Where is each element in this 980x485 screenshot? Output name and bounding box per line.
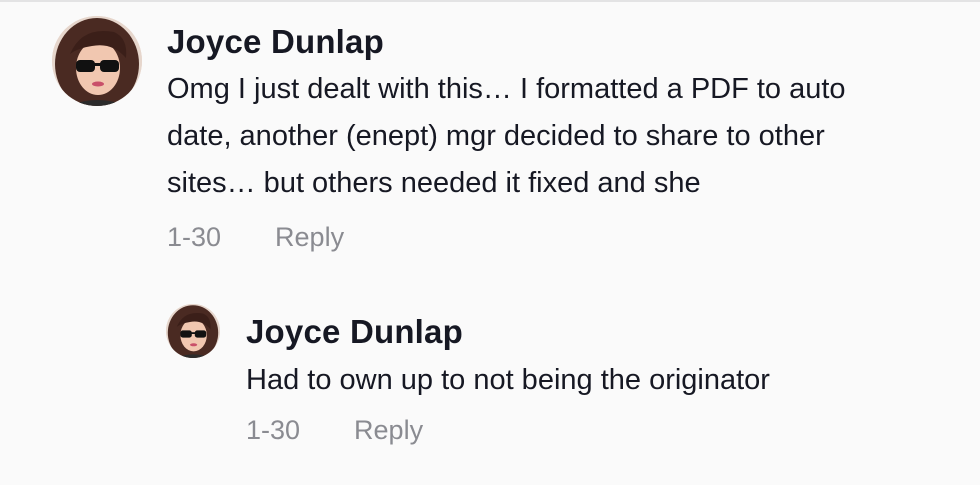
comment-date: 1-30 (167, 222, 222, 252)
reply-button[interactable]: Reply (275, 222, 344, 253)
top-divider (0, 0, 980, 2)
comment-text-line: date, another (enept) mgr decided to sha… (167, 120, 825, 152)
user-avatar[interactable] (166, 304, 220, 358)
comment-text: Omg I just dealt with this… I formatted … (167, 66, 967, 207)
comment-date: 1-30 (246, 415, 301, 445)
comments-panel: { "comments": [ { "username": "Joyce Dun… (0, 0, 980, 485)
reply-button[interactable]: Reply (354, 415, 423, 446)
comment-text: Had to own up to not being the originato… (246, 357, 966, 404)
avatar-portrait-icon (52, 16, 142, 106)
comment-username[interactable]: Joyce Dunlap (167, 20, 967, 64)
comment-text-line: Omg I just dealt with this… I formatted … (167, 73, 846, 105)
comment-meta: 1-30 Reply (246, 415, 966, 446)
comment-text-line: sites… but others needed it fixed and sh… (167, 167, 701, 199)
comment-text-line: Had to own up to not being the originato… (246, 364, 770, 396)
comment-username[interactable]: Joyce Dunlap (246, 310, 966, 354)
comment-body: Joyce Dunlap Had to own up to not being … (246, 304, 966, 446)
comment-body: Joyce Dunlap Omg I just dealt with this…… (167, 16, 967, 253)
comment-meta: 1-30 Reply (167, 222, 967, 253)
user-avatar[interactable] (52, 16, 142, 106)
avatar-portrait-icon (166, 304, 220, 358)
